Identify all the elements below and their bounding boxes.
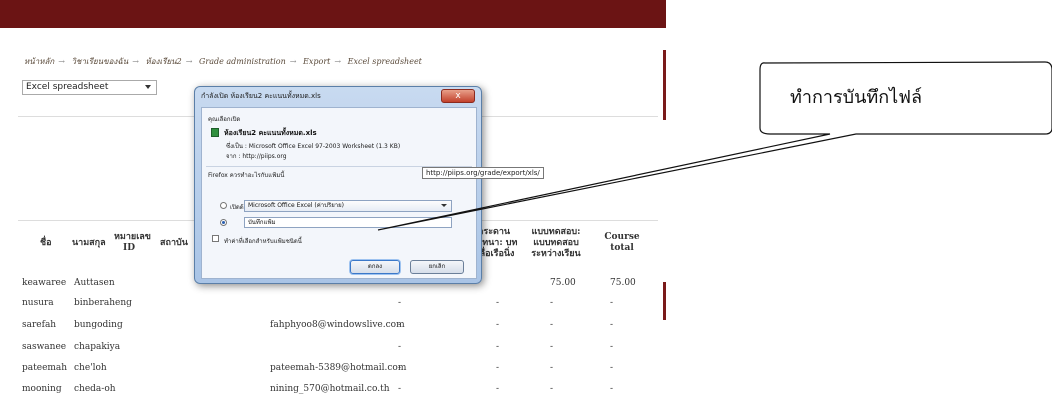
callout-bubble (377, 61, 1052, 231)
callout-text: ทำการบันทึกไฟล์ (790, 87, 922, 108)
callout-annotation (377, 61, 1052, 231)
